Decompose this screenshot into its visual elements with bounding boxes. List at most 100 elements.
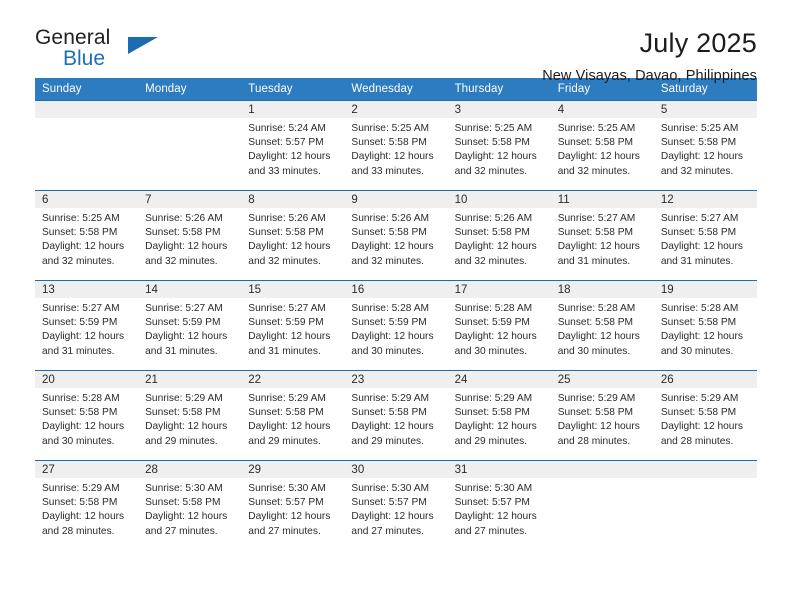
calendar-day-cell[interactable]: 11 Sunrise: 5:27 AM Sunset: 5:58 PM Dayligh… xyxy=(550,190,654,281)
sunset-text: Sunset: 5:59 PM xyxy=(351,317,427,329)
day-number: 11 xyxy=(550,191,654,208)
daylight-text-line2: and 29 minutes. xyxy=(145,435,218,447)
sunset-text: Sunset: 5:58 PM xyxy=(248,227,324,239)
calendar-day-cell[interactable]: 18 Sunrise: 5:28 AM Sunset: 5:58 PM Dayligh… xyxy=(550,280,654,371)
day-details: Sunrise: 5:27 AM Sunset: 5:59 PM Daylight:… xyxy=(241,298,344,359)
calendar-day-cell[interactable]: 4 Sunrise: 5:25 AM Sunset: 5:58 PM Daylight… xyxy=(550,100,654,191)
sunset-text: Sunset: 5:57 PM xyxy=(454,497,530,509)
calendar-day-cell[interactable]: 2 Sunrise: 5:25 AM Sunset: 5:58 PM Daylight… xyxy=(344,100,448,191)
day-number: 31 xyxy=(447,461,551,478)
daylight-text-line1: Daylight: 12 hours xyxy=(145,331,228,343)
sunset-text: Sunset: 5:58 PM xyxy=(557,317,634,329)
calendar-day-cell-empty xyxy=(35,100,139,191)
daylight-text-line2: and 32 minutes. xyxy=(42,255,115,267)
sunrise-text: Sunrise: 5:29 AM xyxy=(660,393,739,404)
sunrise-text: Sunrise: 5:28 AM xyxy=(42,393,120,404)
sunset-text: Sunset: 5:58 PM xyxy=(351,407,427,419)
sunrise-text: Sunrise: 5:28 AM xyxy=(454,303,533,314)
daylight-text-line2: and 31 minutes. xyxy=(557,255,631,267)
calendar-day-cell[interactable]: 12 Sunrise: 5:27 AM Sunset: 5:58 PM Dayligh… xyxy=(653,190,757,281)
day-number xyxy=(138,101,242,118)
sunrise-text: Sunrise: 5:27 AM xyxy=(248,303,326,314)
calendar-day-cell[interactable]: 19 Sunrise: 5:28 AM Sunset: 5:58 PM Dayligh… xyxy=(653,280,757,371)
calendar-day-cell[interactable]: 20 Sunrise: 5:28 AM Sunset: 5:58 PM Dayligh… xyxy=(35,370,139,461)
daylight-text-line2: and 28 minutes. xyxy=(660,435,734,447)
daylight-text-line1: Daylight: 12 hours xyxy=(351,421,434,433)
sunrise-text: Sunrise: 5:30 AM xyxy=(248,483,326,494)
calendar-day-cell[interactable]: 28 Sunrise: 5:30 AM Sunset: 5:58 PM Dayligh… xyxy=(138,460,242,551)
sunset-text: Sunset: 5:58 PM xyxy=(248,407,324,419)
sunrise-text: Sunrise: 5:26 AM xyxy=(145,213,223,224)
daylight-text-line1: Daylight: 12 hours xyxy=(660,151,743,163)
daylight-text-line1: Daylight: 12 hours xyxy=(454,151,537,163)
calendar-day-cell[interactable]: 22 Sunrise: 5:29 AM Sunset: 5:58 PM Dayligh… xyxy=(241,370,345,461)
calendar-day-cell[interactable]: 10 Sunrise: 5:26 AM Sunset: 5:58 PM Dayligh… xyxy=(447,190,551,281)
daylight-text-line1: Daylight: 12 hours xyxy=(454,511,537,523)
calendar-day-cell-empty xyxy=(550,460,654,551)
daylight-text-line1: Daylight: 12 hours xyxy=(557,421,640,433)
calendar-day-cell[interactable]: 29 Sunrise: 5:30 AM Sunset: 5:57 PM Dayligh… xyxy=(241,460,345,551)
day-number: 19 xyxy=(653,281,757,298)
day-details: Sunrise: 5:25 AM Sunset: 5:58 PM Daylight:… xyxy=(654,118,757,179)
sunset-text: Sunset: 5:58 PM xyxy=(454,137,530,149)
calendar-day-cell[interactable]: 6 Sunrise: 5:25 AM Sunset: 5:58 PM Daylight… xyxy=(35,190,139,281)
daylight-text-line2: and 32 minutes. xyxy=(660,165,734,177)
calendar-day-cell[interactable]: 30 Sunrise: 5:30 AM Sunset: 5:57 PM Dayligh… xyxy=(344,460,448,551)
calendar-day-cell[interactable]: 21 Sunrise: 5:29 AM Sunset: 5:58 PM Dayligh… xyxy=(138,370,242,461)
daylight-text-line1: Daylight: 12 hours xyxy=(454,331,537,343)
day-number: 27 xyxy=(35,461,139,478)
sunrise-text: Sunrise: 5:25 AM xyxy=(42,213,120,224)
calendar-day-cell[interactable]: 26 Sunrise: 5:29 AM Sunset: 5:58 PM Dayligh… xyxy=(653,370,757,461)
day-details: Sunrise: 5:26 AM Sunset: 5:58 PM Daylight:… xyxy=(241,208,344,269)
calendar-day-cell[interactable]: 3 Sunrise: 5:25 AM Sunset: 5:58 PM Daylight… xyxy=(447,100,551,191)
calendar-day-cell-empty xyxy=(653,460,757,551)
calendar-week-row: 20 Sunrise: 5:28 AM Sunset: 5:58 PM Dayligh… xyxy=(35,370,757,461)
sunset-text: Sunset: 5:58 PM xyxy=(42,227,118,239)
calendar-day-cell[interactable]: 5 Sunrise: 5:25 AM Sunset: 5:58 PM Daylight… xyxy=(653,100,757,191)
sunset-text: Sunset: 5:59 PM xyxy=(248,317,324,329)
calendar-day-cell[interactable]: 31 Sunrise: 5:30 AM Sunset: 5:57 PM Dayligh… xyxy=(447,460,551,551)
sunrise-text: Sunrise: 5:29 AM xyxy=(351,393,430,404)
day-number xyxy=(550,461,654,478)
daylight-text-line2: and 32 minutes. xyxy=(248,255,321,267)
calendar-body: 1 Sunrise: 5:24 AM Sunset: 5:57 PM Daylight… xyxy=(35,100,757,551)
calendar-day-cell[interactable]: 16 Sunrise: 5:28 AM Sunset: 5:59 PM Dayligh… xyxy=(344,280,448,371)
daylight-text-line2: and 33 minutes. xyxy=(248,165,321,177)
calendar-day-cell[interactable]: 13 Sunrise: 5:27 AM Sunset: 5:59 PM Dayligh… xyxy=(35,280,139,371)
calendar-day-cell[interactable]: 27 Sunrise: 5:29 AM Sunset: 5:58 PM Dayligh… xyxy=(35,460,139,551)
day-number: 15 xyxy=(241,281,345,298)
calendar-day-cell[interactable]: 8 Sunrise: 5:26 AM Sunset: 5:58 PM Daylight… xyxy=(241,190,345,281)
calendar-day-cell[interactable]: 25 Sunrise: 5:29 AM Sunset: 5:58 PM Dayligh… xyxy=(550,370,654,461)
day-number: 9 xyxy=(344,191,448,208)
sunset-text: Sunset: 5:58 PM xyxy=(145,497,221,509)
day-number: 18 xyxy=(550,281,654,298)
calendar-day-cell[interactable]: 17 Sunrise: 5:28 AM Sunset: 5:59 PM Dayligh… xyxy=(447,280,551,371)
calendar-day-cell[interactable]: 15 Sunrise: 5:27 AM Sunset: 5:59 PM Dayligh… xyxy=(241,280,345,371)
calendar-day-cell[interactable]: 9 Sunrise: 5:26 AM Sunset: 5:58 PM Daylight… xyxy=(344,190,448,281)
day-number: 29 xyxy=(241,461,345,478)
daylight-text-line1: Daylight: 12 hours xyxy=(557,241,640,253)
weekday-header-tuesday: Tuesday xyxy=(241,78,345,101)
sunrise-text: Sunrise: 5:26 AM xyxy=(454,213,533,224)
calendar-day-cell[interactable]: 14 Sunrise: 5:27 AM Sunset: 5:59 PM Dayligh… xyxy=(138,280,242,371)
day-details: Sunrise: 5:25 AM Sunset: 5:58 PM Daylight:… xyxy=(448,118,551,179)
daylight-text-line1: Daylight: 12 hours xyxy=(557,331,640,343)
daylight-text-line2: and 33 minutes. xyxy=(351,165,424,177)
calendar-day-cell[interactable]: 23 Sunrise: 5:29 AM Sunset: 5:58 PM Dayligh… xyxy=(344,370,448,461)
daylight-text-line1: Daylight: 12 hours xyxy=(145,421,228,433)
daylight-text-line1: Daylight: 12 hours xyxy=(660,421,743,433)
calendar-day-cell[interactable]: 1 Sunrise: 5:24 AM Sunset: 5:57 PM Daylight… xyxy=(241,100,345,191)
daylight-text-line1: Daylight: 12 hours xyxy=(42,331,125,343)
brand-logo[interactable]: General Blue xyxy=(35,26,205,78)
day-number: 24 xyxy=(447,371,551,388)
calendar-page: General Blue July 2025 New Visayas, Dava… xyxy=(0,0,792,612)
day-number: 3 xyxy=(447,101,551,118)
weekday-header-thursday: Thursday xyxy=(447,78,551,101)
sunset-text: Sunset: 5:58 PM xyxy=(557,407,634,419)
daylight-text-line1: Daylight: 12 hours xyxy=(351,241,434,253)
daylight-text-line2: and 29 minutes. xyxy=(351,435,424,447)
day-details: Sunrise: 5:27 AM Sunset: 5:58 PM Daylight:… xyxy=(654,208,757,269)
calendar-day-cell[interactable]: 7 Sunrise: 5:26 AM Sunset: 5:58 PM Daylight… xyxy=(138,190,242,281)
calendar-day-cell[interactable]: 24 Sunrise: 5:29 AM Sunset: 5:58 PM Dayligh… xyxy=(447,370,551,461)
sunrise-text: Sunrise: 5:29 AM xyxy=(42,483,120,494)
